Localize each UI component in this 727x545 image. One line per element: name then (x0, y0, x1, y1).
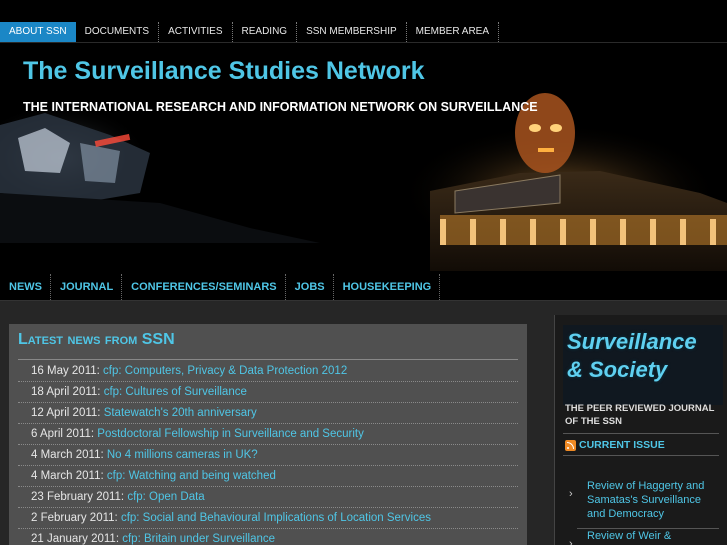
news-link[interactable]: cfp: Social and Behavioural Implications… (121, 512, 431, 524)
news-date: 4 March 2011: (31, 470, 104, 482)
rss-feed-icon[interactable] (565, 439, 576, 451)
news-item: 18 April 2011: cfp: Cultures of Surveill… (18, 382, 518, 403)
news-heading-divider (18, 359, 518, 360)
current-issue-link[interactable]: CURRENT ISSUE (565, 439, 665, 451)
chevron-right-icon: › (569, 538, 573, 545)
news-item: 23 February 2011: cfp: Open Data (18, 487, 518, 508)
section-nav-news[interactable]: NEWS (0, 274, 51, 300)
section-nav-housekeeping[interactable]: HOUSEKEEPING (334, 274, 441, 300)
top-nav-documents[interactable]: DOCUMENTS (76, 22, 160, 42)
news-link[interactable]: Statewatch's 20th anniversary (104, 407, 257, 419)
news-item: 4 March 2011: cfp: Watching and being wa… (18, 466, 518, 487)
section-navigation: NEWS JOURNAL CONFERENCES/SEMINARS JOBS H… (0, 274, 727, 300)
news-link[interactable]: cfp: Watching and being watched (107, 470, 276, 482)
news-date: 12 April 2011: (31, 407, 101, 419)
top-nav-member-area[interactable]: MEMBER AREA (407, 22, 500, 42)
top-navigation: ABOUT SSN DOCUMENTS ACTIVITIES READING S… (0, 22, 500, 42)
news-item: 4 March 2011: No 4 millions cameras in U… (18, 445, 518, 466)
journal-logo[interactable]: Surveillance & Society (563, 325, 723, 405)
news-item: 6 April 2011: Postdoctoral Fellowship in… (18, 424, 518, 445)
news-link[interactable]: cfp: Cultures of Surveillance (104, 386, 247, 398)
news-link[interactable]: No 4 millions cameras in UK? (107, 449, 258, 461)
chevron-right-icon: › (569, 488, 573, 500)
journal-subtitle: THE PEER REVIEWED JOURNAL OF THE SSN (565, 403, 715, 427)
issue-article-title[interactable]: Review of Weir & Mykhalovskiy's Global (587, 529, 717, 545)
sidebar-divider (563, 433, 719, 434)
news-list: 16 May 2011: cfp: Computers, Privacy & D… (18, 361, 518, 545)
news-date: 6 April 2011: (31, 428, 95, 440)
top-nav-about-ssn[interactable]: ABOUT SSN (0, 22, 76, 42)
site-header: The Surveillance Studies Network THE INT… (0, 43, 727, 271)
news-item: 12 April 2011: Statewatch's 20th anniver… (18, 403, 518, 424)
news-date: 2 February 2011: (31, 512, 118, 524)
news-date: 16 May 2011: (31, 365, 100, 377)
issue-article-title[interactable]: Review of Haggerty and Samatas's Surveil… (587, 479, 717, 521)
journal-logo-line2: & Society (567, 357, 668, 382)
news-link[interactable]: cfp: Computers, Privacy & Data Protectio… (103, 365, 347, 377)
journal-sidebar: Surveillance & Society THE PEER REVIEWED… (554, 315, 727, 545)
top-nav-reading[interactable]: READING (233, 22, 298, 42)
site-tagline: THE INTERNATIONAL RESEARCH AND INFORMATI… (23, 100, 538, 114)
sidebar-divider (563, 455, 719, 456)
section-nav-journal[interactable]: JOURNAL (51, 274, 123, 300)
news-link[interactable]: cfp: Britain under Surveillance (122, 533, 275, 545)
news-item: 21 January 2011: cfp: Britain under Surv… (18, 529, 518, 545)
news-link[interactable]: Postdoctoral Fellowship in Surveillance … (97, 428, 364, 440)
news-date: 4 March 2011: (31, 449, 104, 461)
section-nav-jobs[interactable]: JOBS (286, 274, 334, 300)
current-issue-label: CURRENT ISSUE (579, 439, 665, 451)
news-date: 23 February 2011: (31, 491, 125, 503)
news-date: 21 January 2011: (31, 533, 120, 545)
news-link[interactable]: cfp: Open Data (127, 491, 204, 503)
latest-news-panel: Latest news from SSN 16 May 2011: cfp: C… (9, 324, 527, 545)
issue-article-link[interactable]: › Review of Haggerty and Samatas's Surve… (569, 479, 719, 521)
main-content: Latest news from SSN 16 May 2011: cfp: C… (0, 301, 727, 545)
site-title[interactable]: The Surveillance Studies Network (23, 57, 425, 86)
journal-logo-line1: Surveillance (567, 329, 697, 354)
issue-article-link[interactable]: › Review of Weir & Mykhalovskiy's Global (569, 529, 719, 545)
top-nav-activities[interactable]: ACTIVITIES (159, 22, 233, 42)
news-item: 2 February 2011: cfp: Social and Behavio… (18, 508, 518, 529)
top-nav-ssn-membership[interactable]: SSN MEMBERSHIP (297, 22, 407, 42)
news-date: 18 April 2011: (31, 386, 101, 398)
section-nav-conferences-seminars[interactable]: CONFERENCES/SEMINARS (122, 274, 286, 300)
page: ABOUT SSN DOCUMENTS ACTIVITIES READING S… (0, 0, 727, 545)
news-item: 16 May 2011: cfp: Computers, Privacy & D… (18, 361, 518, 382)
latest-news-heading: Latest news from SSN (18, 331, 175, 348)
